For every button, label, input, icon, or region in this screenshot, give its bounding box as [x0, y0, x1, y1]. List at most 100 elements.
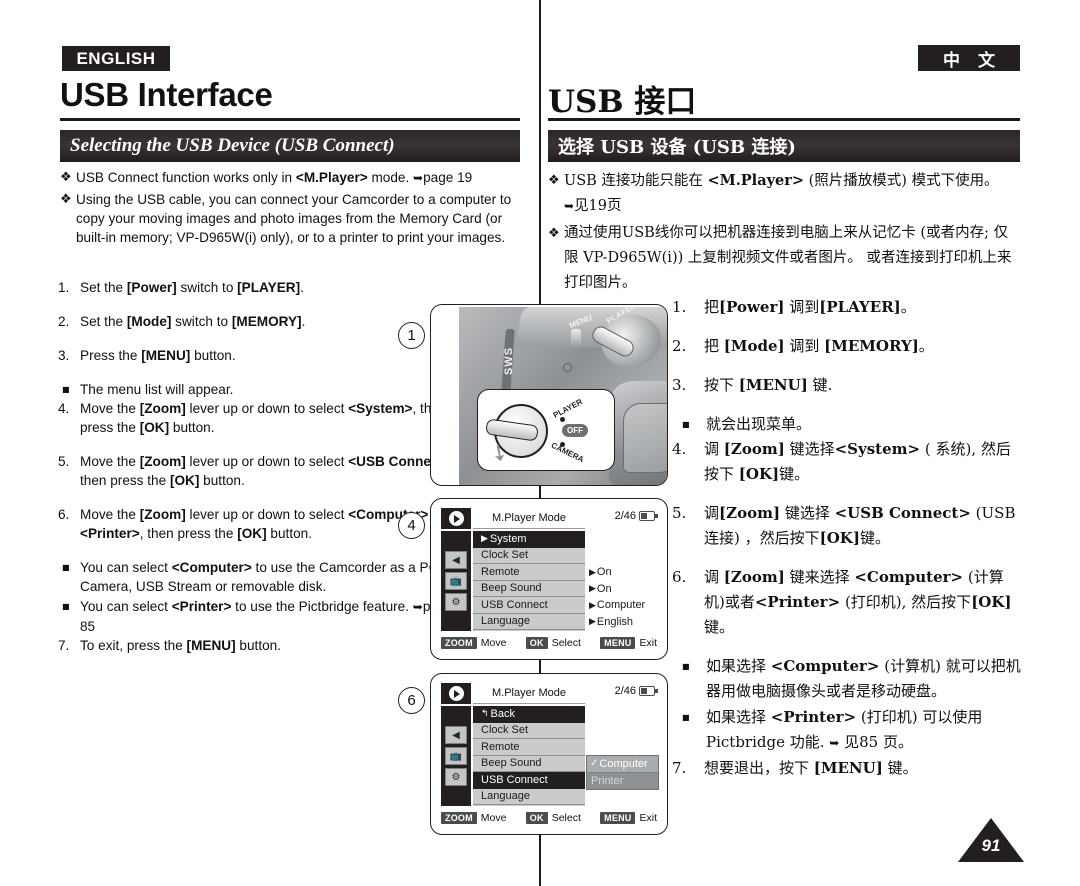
caret-icon: ▶: [589, 583, 596, 594]
title-rule-english: [60, 118, 520, 121]
lcd-menu-item[interactable]: ↰ Back: [473, 706, 585, 723]
callout-label-camera: CAMERA: [549, 440, 586, 465]
lcd-screen-step4: M.Player Mode 2/46 ◀ 📺 ⚙ ▶ System Clock Se…: [430, 498, 668, 660]
lcd-menu-item-label: Remote: [481, 740, 520, 753]
page-title-chinese: USB 接口: [548, 84, 697, 120]
lcd-step6-menu-list: ↰ Back Clock Set Remote Beep Sound USB Connec…: [473, 706, 585, 806]
bullet-marker: ❖: [548, 173, 560, 188]
lcd-menu-item-label: Beep Sound: [481, 582, 542, 595]
lcd-step4-counter: 2/46: [614, 510, 658, 522]
manual-page: ENGLISH 中 文 USB Interface USB 接口 Selecti…: [0, 0, 1080, 886]
caret-icon: ▶: [589, 566, 596, 577]
lcd-menu-item[interactable]: Language: [473, 614, 585, 630]
lcd-menu-item[interactable]: USB Connect: [473, 772, 585, 789]
lcd-step4-value-list: ▶ On ▶ On ▶ Computer ▶ English: [589, 531, 659, 630]
lcd-step6-content: M.Player Mode 2/46 ◀ 📺 ⚙ ↰ Back Clock Set R…: [441, 683, 659, 827]
caret-icon: ▶: [481, 533, 488, 544]
chinese-intro-bullets: ❖ USB 连接功能只能在 <M.Player> (照片播放模式) 模式下使用。 ➥…: [548, 168, 1022, 298]
memory-card-icon: ◀: [445, 551, 467, 569]
section-header-chinese: 选择 USB 设备 (USB 连接): [548, 130, 1020, 162]
step-number: 3.: [672, 376, 687, 394]
play-mode-icon: [441, 683, 471, 704]
camcorder-grip-inner: [623, 403, 667, 473]
lcd-menu-item[interactable]: Clock Set: [473, 548, 585, 564]
step-number: 5.: [58, 454, 70, 469]
step-text: 调[Zoom] 键选择 <USB Connect> (USB连接) ，然后按下[…: [704, 504, 1016, 547]
lcd-step4-help-bar: ZOOM Move OK Select MENU Exit: [441, 634, 657, 652]
lcd-menu-item-label: Beep Sound: [481, 757, 542, 770]
lcd-menu-item-label: Remote: [481, 565, 520, 578]
lcd-menu-item[interactable]: Remote: [473, 564, 585, 581]
submenu-option[interactable]: Printer: [587, 772, 658, 789]
lcd-step6-mode-title: M.Player Mode: [473, 683, 585, 704]
step-subitem: ■ You can select <Printer> to use the Pic…: [58, 597, 458, 636]
lcd-step6-counter: 2/46: [615, 685, 658, 697]
bullet-marker: ❖: [548, 226, 560, 241]
sub-bullet-text: The menu list will appear.: [80, 382, 234, 397]
sub-bullet-marker: ■: [682, 713, 690, 722]
step-text: 调 [Zoom] 键来选择 <Computer> (计算机)或者<Printer…: [704, 568, 1012, 636]
step-number: 1.: [58, 280, 70, 295]
bullet-item: ❖ USB Connect function works only in <M.P…: [60, 168, 522, 188]
step-text: Set the [Power] switch to [PLAYER].: [80, 280, 304, 295]
help-key-badge: ZOOM: [441, 812, 477, 824]
step-number: 1.: [672, 298, 687, 316]
caret-icon: ↰: [481, 708, 489, 719]
language-tag-chinese: 中 文: [918, 45, 1020, 71]
submenu-option[interactable]: ✓ Computer: [587, 756, 658, 773]
step-subitem: ■ You can select <Computer> to use the Ca…: [58, 558, 458, 596]
step-subitem: ■ 如果选择 <Computer> (计算机) 就可以把机器用做电脑摄像头或者是移…: [672, 654, 1022, 704]
lcd-menu-item-label: Language: [481, 790, 530, 803]
bullet-text: 通过使用USB线你可以把机器连接到电脑上来从记忆卡 (或者内存; 仅限 VP-D…: [564, 225, 1012, 291]
lcd-step4-counter-text: 2/46: [614, 510, 636, 522]
help-key-badge: MENU: [600, 812, 636, 824]
lcd-menu-item-label: USB Connect: [481, 773, 548, 786]
memory-card-icon: ◀: [445, 726, 467, 744]
play-mode-icon: [441, 508, 471, 529]
step-circle-1: 1: [398, 322, 425, 349]
lcd-menu-item[interactable]: Clock Set: [473, 723, 585, 739]
help-key-badge: OK: [525, 637, 548, 649]
help-key-label: Exit: [639, 812, 657, 824]
step-circle-6: 6: [398, 687, 425, 714]
step-subitem: ■ 就会出现菜单。: [672, 412, 1022, 437]
callout-dot-camera: [560, 442, 565, 447]
step-item: 2. 把 [Mode] 调到 [MEMORY]。: [672, 334, 1022, 359]
step-item: 1. Set the [Power] switch to [PLAYER].: [58, 278, 458, 297]
callout-label-player: PLAYER: [551, 397, 584, 420]
lcd-menu-value-label: On: [596, 566, 612, 579]
lcd-menu-item[interactable]: Language: [473, 789, 585, 805]
lcd-menu-item[interactable]: ▶ System: [473, 531, 585, 548]
bullet-item: ❖ 通过使用USB线你可以把机器连接到电脑上来从记忆卡 (或者内存; 仅限 VP-…: [548, 221, 1022, 296]
title-rule-chinese: [548, 118, 1020, 121]
step-number: 3.: [58, 348, 70, 363]
lcd-menu-item[interactable]: Beep Sound: [473, 756, 585, 772]
camcorder-label-sws: SWS: [503, 346, 516, 376]
lcd-step4-content: M.Player Mode 2/46 ◀ 📺 ⚙ ▶ System Clock Se…: [441, 508, 658, 652]
lcd-menu-item[interactable]: Remote: [473, 739, 585, 756]
step-number: 5.: [672, 504, 687, 522]
lcd-screen-step6: M.Player Mode 2/46 ◀ 📺 ⚙ ↰ Back Clock Set R…: [430, 673, 668, 835]
lcd-step6-sidebar: ◀ 📺 ⚙: [441, 706, 471, 806]
lcd-menu-item[interactable]: USB Connect: [473, 597, 585, 614]
sub-bullet-marker: ■: [62, 563, 70, 572]
lcd-step6-header: M.Player Mode 2/46: [441, 683, 658, 705]
section-header-chinese-text: 选择 USB 设备 (USB 连接): [558, 137, 796, 158]
sub-bullet-text: 如果选择 <Printer> (打印机) 可以使用 Pictbridge 功能.…: [706, 708, 983, 751]
step-item: 2. Set the [Mode] switch to [MEMORY].: [58, 312, 458, 331]
step-text: 把[Power] 调到[PLAYER]。: [704, 298, 916, 316]
camcorder-figure: SWS MENU PLAYER PLAYER OFF CAMERA ➘: [430, 304, 668, 486]
lcd-menu-value-label: On: [596, 582, 612, 595]
lcd-step4-body: ◀ 📺 ⚙ ▶ System Clock Set Remote Beep Sound US…: [441, 531, 657, 631]
sub-bullet-text: You can select <Computer> to use the Cam…: [80, 560, 439, 594]
bullet-marker: ❖: [60, 192, 72, 207]
step-number: 6.: [58, 507, 70, 522]
lcd-menu-item[interactable]: Beep Sound: [473, 581, 585, 597]
lcd-menu-item-label: Back: [490, 707, 516, 720]
section-header-english-text: Selecting the USB Device (USB Connect): [70, 135, 395, 156]
lcd-menu-item-label: Clock Set: [481, 724, 529, 737]
usb-connect-submenu: ✓ Computer Printer: [586, 755, 659, 790]
bullet-text: USB 连接功能只能在 <M.Player> (照片播放模式) 模式下使用。 ➥见…: [564, 172, 999, 214]
language-tag-english: ENGLISH: [62, 46, 170, 71]
lcd-step4-mode-title: M.Player Mode: [473, 508, 585, 529]
